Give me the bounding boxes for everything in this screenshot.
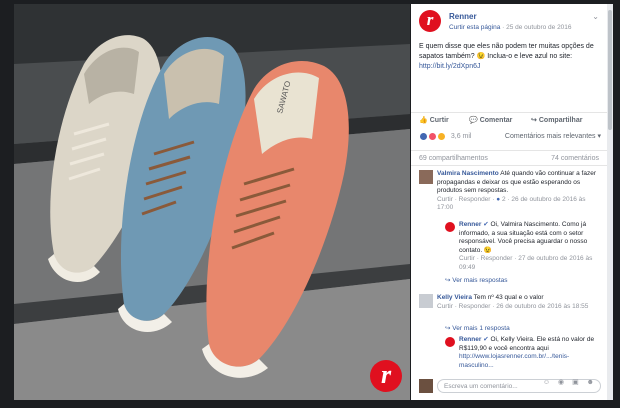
comment-likes[interactable]: ● 2 · xyxy=(496,196,511,203)
comment-button[interactable]: 💬 Comentar xyxy=(469,116,512,125)
follow-page-link[interactable]: Curtir esta página xyxy=(449,24,500,31)
reply-item: Renner ✔ Oi, Valmira Nascimento. Como já… xyxy=(459,221,599,272)
avatar[interactable] xyxy=(445,337,455,347)
comment-actions[interactable]: Curtir · Responder · xyxy=(437,196,496,203)
share-button[interactable]: ↪ Compartilhar xyxy=(531,116,582,125)
like-label: Curtir xyxy=(429,117,449,124)
comment-like-count: 2 xyxy=(502,195,506,203)
share-icon: ↪ xyxy=(531,117,537,124)
comment-author[interactable]: Valmira Nascimento xyxy=(437,170,499,177)
comment-actions[interactable]: Curtir · Responder · xyxy=(459,255,518,262)
avatar[interactable] xyxy=(445,222,455,232)
post-text: E quem disse que eles não podem ter muit… xyxy=(419,42,597,72)
avatar xyxy=(419,379,433,393)
comment-text: Tem nº 43 qual e o valor xyxy=(473,294,544,301)
reply-item: Renner ✔ Oi, Kelly Vieira. Ele está no v… xyxy=(459,336,599,370)
page-name[interactable]: Renner xyxy=(449,12,477,21)
avatar[interactable] xyxy=(419,294,433,308)
comment-actions[interactable]: Curtir · Responder · xyxy=(437,303,496,310)
reaction-count: 3,6 mil xyxy=(450,133,472,140)
comment-author[interactable]: Renner xyxy=(459,221,481,228)
comments-count[interactable]: 74 comentários xyxy=(551,154,599,163)
comment-composer: Escreva um comentário... ☺ ◉ ▣ ☻ xyxy=(417,378,601,396)
view-more-replies-link[interactable]: ↪ Ver mais 1 resposta xyxy=(445,324,510,333)
post-body: E quem disse que eles não podem ter muit… xyxy=(419,43,594,60)
like-reaction-icon xyxy=(419,132,428,141)
post-details-panel: r Renner Curtir esta página · 25 de outu… xyxy=(411,4,607,400)
post-meta: Curtir esta página · 25 de outubro de 20… xyxy=(449,23,572,32)
post-stats: 69 compartilhamentos 74 comentários xyxy=(411,150,607,166)
scrollbar-thumb[interactable] xyxy=(608,10,612,130)
verified-icon: ✔ xyxy=(483,336,489,343)
view-more-replies-link[interactable]: ↪ Ver mais respostas xyxy=(445,276,508,285)
reactions-summary[interactable]: 3,6 mil Comentários mais relevantes ▾ xyxy=(419,132,601,142)
share-label: Compartilhar xyxy=(538,117,583,124)
shares-count[interactable]: 69 compartilhamentos xyxy=(419,154,488,163)
comment-time[interactable]: 26 de outubro de 2016 às 18:55 xyxy=(496,303,588,310)
comment-sort-dropdown[interactable]: Comentários mais relevantes ▾ xyxy=(505,132,601,141)
like-button[interactable]: 👍 Curtir xyxy=(419,116,449,125)
like-reaction-icon: ● xyxy=(496,195,501,203)
page-avatar[interactable]: r xyxy=(419,10,441,32)
sneakers-illustration: SAWATO xyxy=(14,4,410,400)
renner-logo-badge: r xyxy=(370,360,402,392)
post-link[interactable]: http://bit.ly/2dXpn6J xyxy=(419,63,480,70)
thumbs-up-icon: 👍 xyxy=(419,117,428,124)
wow-reaction-icon xyxy=(436,132,446,141)
post-photo[interactable]: SAWATO r xyxy=(14,4,410,400)
composer-attachment-icons[interactable]: ☺ ◉ ▣ ☻ xyxy=(543,378,597,387)
verified-icon: ✔ xyxy=(483,221,489,228)
post-options-chevron-icon[interactable]: ⌄ xyxy=(592,12,599,21)
comment-author[interactable]: Kelly Vieira xyxy=(437,294,472,301)
comment-label: Comentar xyxy=(479,117,513,124)
post-header: r Renner Curtir esta página · 25 de outu… xyxy=(419,10,601,34)
post-actions-bar: 👍 Curtir 💬 Comentar ↪ Compartilhar xyxy=(411,112,607,127)
panel-scrollbar[interactable] xyxy=(607,4,613,400)
post-timestamp[interactable]: 25 de outubro de 2016 xyxy=(506,24,571,31)
comment-link[interactable]: http://www.lojasrenner.com.br/.../tenis-… xyxy=(459,353,569,369)
avatar[interactable] xyxy=(419,170,433,184)
comment-icon: 💬 xyxy=(469,117,478,124)
comment-item: Valmira Nascimento Até quando vão contin… xyxy=(437,170,597,213)
love-reaction-icon xyxy=(427,132,437,141)
comment-author[interactable]: Renner xyxy=(459,336,481,343)
comment-item: Kelly Vieira Tem nº 43 qual e o valor Cu… xyxy=(437,294,597,311)
